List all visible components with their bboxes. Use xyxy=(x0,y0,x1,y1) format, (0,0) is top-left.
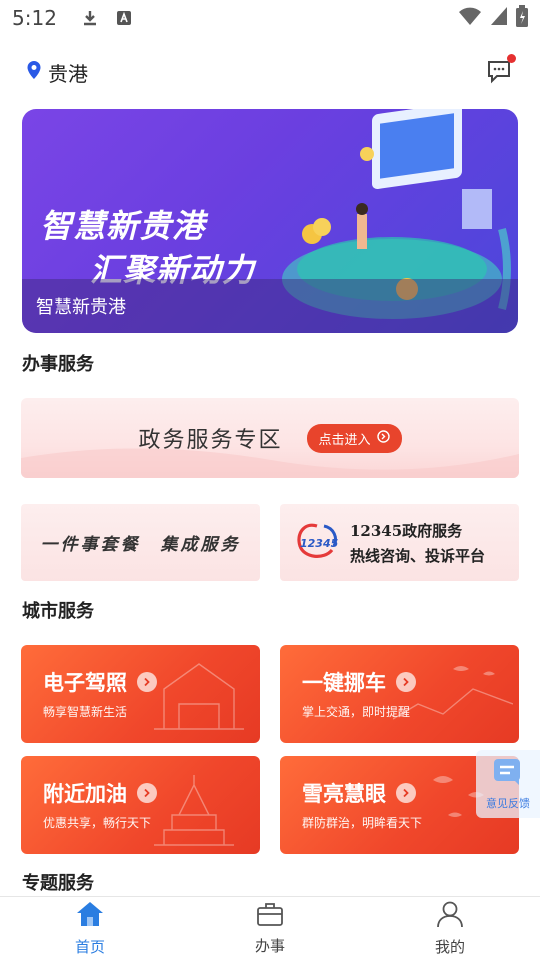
hotline-logo-icon: 12345 xyxy=(294,520,340,566)
tab-affairs[interactable]: 办事 xyxy=(180,897,360,960)
chevron-right-icon xyxy=(137,672,157,692)
city-card-e-license[interactable]: 电子驾照 畅享智慧新生活 xyxy=(21,645,260,743)
feedback-label: 意见反馈 xyxy=(486,797,530,810)
banner-carousel[interactable]: 智慧新贵港 汇聚新动力 智慧新贵港 xyxy=(22,109,518,333)
city-card-nearby-fuel[interactable]: 附近加油 优惠共享，畅行天下 xyxy=(21,756,260,854)
location-selector[interactable]: 贵港 xyxy=(26,58,88,87)
signal-icon xyxy=(490,6,508,30)
city-card-subtitle: 掌上交通，即时提醒 xyxy=(302,705,411,719)
bottom-tab-bar: 首页 办事 我的 xyxy=(0,896,540,960)
banner-slogan-line1: 智慧新贵港 xyxy=(40,207,206,245)
tab-home-label: 首页 xyxy=(74,938,105,956)
city-card-subtitle: 优惠共享，畅行天下 xyxy=(43,816,152,830)
hotline-logo-number: 12345 xyxy=(300,537,339,550)
status-bar: 5:12 xyxy=(0,0,540,36)
location-pin-icon xyxy=(26,60,42,85)
status-time: 5:12 xyxy=(12,6,57,30)
gov-service-zone-card[interactable]: 政务服务专区 点击进入 xyxy=(21,398,519,478)
enter-button-label: 点击进入 xyxy=(318,432,371,448)
city-card-title: 电子驾照 xyxy=(43,671,127,695)
one-thing-package-card[interactable]: 一件事套餐 集成服务 xyxy=(21,504,260,581)
chevron-right-icon xyxy=(396,672,416,692)
city-card-title: 一键挪车 xyxy=(302,671,386,695)
feedback-float-button[interactable]: 意见反馈 xyxy=(476,750,540,818)
tab-mine-label: 我的 xyxy=(434,938,465,956)
unread-badge xyxy=(507,54,516,63)
city-card-move-car[interactable]: 一键挪车 掌上交通，即时提醒 xyxy=(280,645,519,743)
wifi-icon xyxy=(458,6,482,30)
location-name: 贵港 xyxy=(48,61,88,86)
tab-home[interactable]: 首页 xyxy=(0,897,180,960)
header: 贵港 xyxy=(0,52,540,92)
hotline-subtitle: 热线咨询、投诉平台 xyxy=(350,546,486,565)
user-icon xyxy=(435,900,465,932)
chevron-right-circle-icon xyxy=(376,429,390,447)
download-icon xyxy=(79,7,101,29)
font-app-icon xyxy=(113,7,135,29)
message-button[interactable] xyxy=(486,54,516,88)
one-thing-package-text: 一件事套餐 集成服务 xyxy=(40,535,241,555)
section-title-city: 城市服务 xyxy=(22,601,94,622)
message-icon xyxy=(486,61,512,88)
gov-zone-title: 政务服务专区 xyxy=(138,428,283,453)
hotline-title: 12345政府服务 xyxy=(350,521,463,540)
banner-caption: 智慧新贵港 xyxy=(22,279,518,333)
battery-icon xyxy=(516,5,528,31)
tab-mine[interactable]: 我的 xyxy=(360,897,540,960)
city-card-subtitle: 畅享智慧新生活 xyxy=(43,705,128,719)
home-icon xyxy=(75,900,105,932)
chevron-right-icon xyxy=(137,783,157,803)
enter-button[interactable]: 点击进入 xyxy=(306,423,402,453)
city-card-subtitle: 群防群治，明眸看天下 xyxy=(302,816,423,830)
section-title-topics: 专题服务 xyxy=(22,873,94,894)
feedback-icon xyxy=(491,757,525,791)
city-card-title: 附近加油 xyxy=(43,782,127,806)
landmark-decoration xyxy=(154,663,244,730)
hotline-12345-card[interactable]: 12345 12345政府服务 热线咨询、投诉平台 xyxy=(280,504,519,581)
tab-affairs-label: 办事 xyxy=(254,937,285,955)
chevron-right-icon xyxy=(396,783,416,803)
briefcase-icon xyxy=(256,901,284,931)
city-card-title: 雪亮慧眼 xyxy=(302,782,386,806)
section-title-affairs: 办事服务 xyxy=(22,354,94,375)
